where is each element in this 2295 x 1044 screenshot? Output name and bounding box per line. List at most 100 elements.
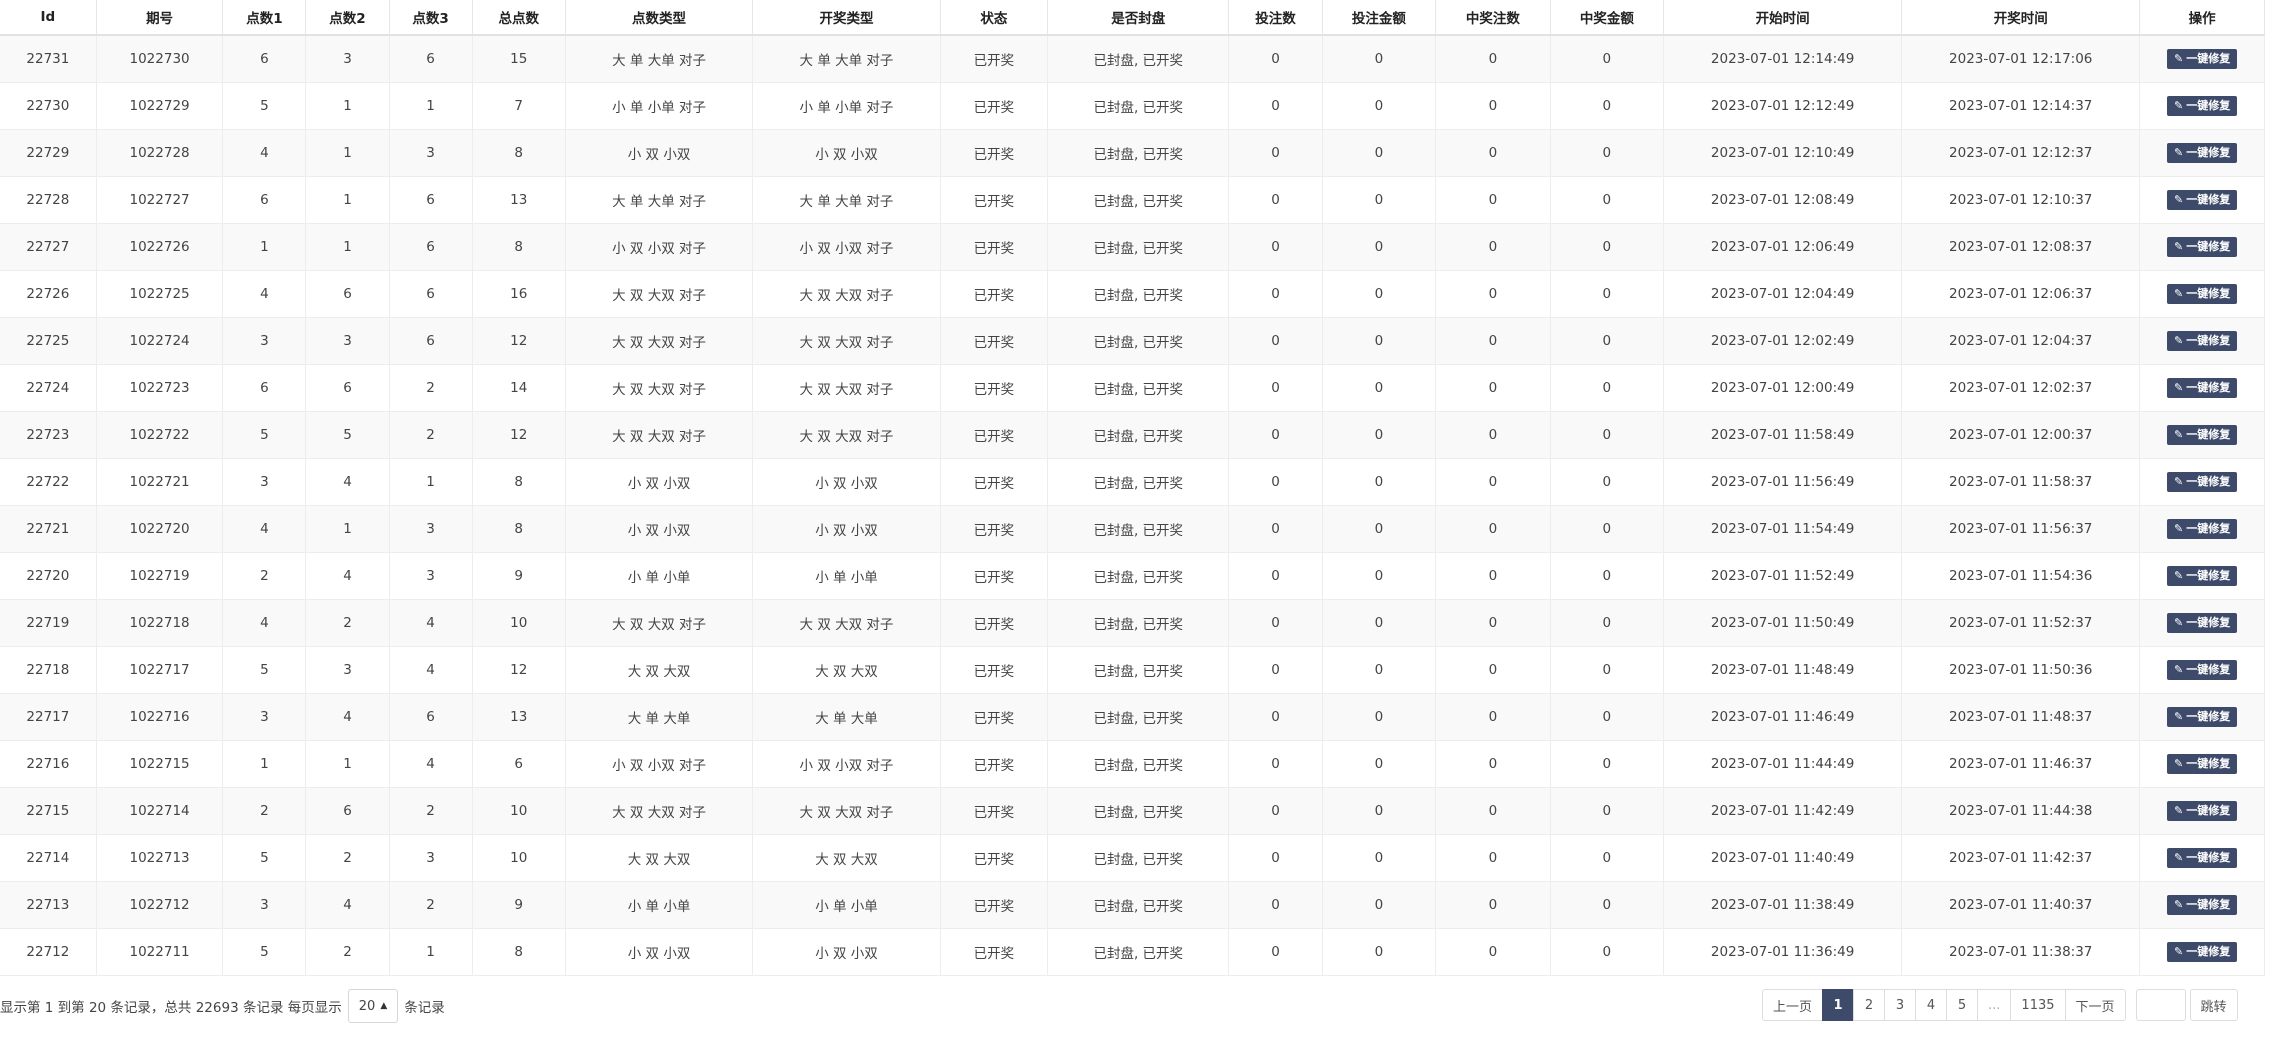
prev-page-button[interactable]: 上一页 [1762,989,1824,1021]
one-click-fix-button[interactable]: ✎ 一键修复 [2167,895,2238,915]
page-number-button[interactable]: 1 [1822,989,1855,1021]
table-cell: 已封盘, 已开奖 [1047,270,1230,318]
pencil-icon: ✎ [2174,287,2184,300]
table-cell: 3 [222,317,307,365]
one-click-fix-button[interactable]: ✎ 一键修复 [2167,566,2238,586]
action-cell: ✎ 一键修复 [2139,35,2265,83]
table-cell: 8 [472,928,566,976]
pencil-icon: ✎ [2174,898,2184,911]
one-click-fix-button[interactable]: ✎ 一键修复 [2167,613,2238,633]
table-cell: 0 [1550,834,1665,882]
table-cell: 已封盘, 已开奖 [1047,881,1230,929]
table-cell: 0 [1550,693,1665,741]
one-click-fix-button[interactable]: ✎ 一键修复 [2167,754,2238,774]
one-click-fix-button[interactable]: ✎ 一键修复 [2167,472,2238,492]
fix-button-label: 一键修复 [2186,616,2231,629]
table-cell: 小 双 小双 [752,129,941,177]
one-click-fix-button[interactable]: ✎ 一键修复 [2167,331,2238,351]
table-row: 22712 1022711 5 2 1 8 小 双 小双小 双 小双 已开奖 已封盘, 已开奖 0… [0,928,2265,976]
table-cell: 5 [305,411,390,459]
table-cell: 0 [1228,317,1323,365]
fix-button-label: 一键修复 [2186,522,2231,535]
table-cell: 0 [1322,881,1437,929]
table-cell: 9 [472,552,566,600]
table-cell: 0 [1550,740,1665,788]
table-cell: 0 [1228,458,1323,506]
table-cell: 2023-07-01 12:00:37 [1901,411,2141,459]
table-cell: 0 [1322,270,1437,318]
column-header: 投注金额 [1322,0,1437,36]
table-cell: 1022712 [96,881,224,929]
table-cell: 10 [472,787,566,835]
table-cell: 2 [222,552,307,600]
page-size-value: 20 [358,998,376,1014]
page-number-button[interactable]: 1135 [2010,989,2066,1021]
table-cell: 小 单 小单 [752,552,941,600]
fix-button-label: 一键修复 [2186,663,2231,676]
one-click-fix-button[interactable]: ✎ 一键修复 [2167,237,2238,257]
one-click-fix-button[interactable]: ✎ 一键修复 [2167,848,2238,868]
table-cell: 1022720 [96,505,224,553]
table-cell: 2023-07-01 11:48:37 [1901,693,2141,741]
pencil-icon: ✎ [2174,804,2184,817]
table-cell: 3 [389,505,473,553]
table-cell: 0 [1322,458,1437,506]
one-click-fix-button[interactable]: ✎ 一键修复 [2167,284,2238,304]
fix-button-label: 一键修复 [2186,52,2231,65]
page-number-button[interactable]: 3 [1884,989,1917,1021]
table-cell: 2023-07-01 11:44:49 [1663,740,1903,788]
table-row: 22722 1022721 3 4 1 8 小 双 小双小 双 小双 已开奖 已封盘, 已开奖 0… [0,458,2265,506]
page-number-button[interactable]: 5 [1946,989,1979,1021]
fix-button-label: 一键修复 [2186,334,2231,347]
page-number-button[interactable]: 4 [1915,989,1948,1021]
one-click-fix-button[interactable]: ✎ 一键修复 [2167,801,2238,821]
table-cell: 1022724 [96,317,224,365]
one-click-fix-button[interactable]: ✎ 一键修复 [2167,190,2238,210]
one-click-fix-button[interactable]: ✎ 一键修复 [2167,96,2238,116]
pencil-icon: ✎ [2174,240,2184,253]
table-row: 22720 1022719 2 4 3 9 小 单 小单小 单 小单 已开奖 已封盘, 已开奖 0… [0,552,2265,600]
table-cell: 已封盘, 已开奖 [1047,364,1230,412]
table-cell: 1022723 [96,364,224,412]
table-cell: 大 双 大双 对子 [565,364,754,412]
one-click-fix-button[interactable]: ✎ 一键修复 [2167,660,2238,680]
table-cell: 大 单 大单 [752,693,941,741]
table-cell: 大 单 大单 对子 [752,35,941,83]
one-click-fix-button[interactable]: ✎ 一键修复 [2167,425,2238,445]
table-cell: 8 [472,223,566,271]
one-click-fix-button[interactable]: ✎ 一键修复 [2167,378,2238,398]
table-cell: 大 双 大双 对子 [565,411,754,459]
jump-button[interactable]: 跳转 [2189,989,2238,1021]
one-click-fix-button[interactable]: ✎ 一键修复 [2167,942,2238,962]
table-cell: 0 [1322,317,1437,365]
table-cell: 0 [1228,787,1323,835]
one-click-fix-button[interactable]: ✎ 一键修复 [2167,707,2238,727]
page-size-dropdown[interactable]: 20 ▲ [347,989,399,1023]
table-cell: 0 [1435,129,1551,177]
one-click-fix-button[interactable]: ✎ 一键修复 [2167,143,2238,163]
one-click-fix-button[interactable]: ✎ 一键修复 [2167,49,2238,69]
one-click-fix-button[interactable]: ✎ 一键修复 [2167,519,2238,539]
table-cell: 已封盘, 已开奖 [1047,129,1230,177]
fix-button-label: 一键修复 [2186,710,2231,723]
table-cell: 2023-07-01 12:10:49 [1663,129,1903,177]
table-cell: 已封盘, 已开奖 [1047,317,1230,365]
table-cell: 已开奖 [940,458,1049,506]
table-cell: 5 [222,411,307,459]
table-cell: 4 [389,599,473,647]
table-cell: 22712 [0,928,97,976]
table-cell: 0 [1435,834,1551,882]
table-cell: 0 [1322,129,1437,177]
table-cell: 2023-07-01 12:14:49 [1663,35,1903,83]
table-cell: 0 [1435,317,1551,365]
table-cell: 已封盘, 已开奖 [1047,834,1230,882]
table-cell: 已开奖 [940,129,1049,177]
table-cell: 小 双 小双 对子 [565,223,754,271]
jump-page-input[interactable] [2135,989,2186,1021]
page-number-button[interactable]: 2 [1853,989,1886,1021]
table-cell: 22715 [0,787,97,835]
table-cell: 22719 [0,599,97,647]
table-cell: 0 [1228,599,1323,647]
next-page-button[interactable]: 下一页 [2064,989,2126,1021]
table-cell: 小 双 小双 [565,505,754,553]
